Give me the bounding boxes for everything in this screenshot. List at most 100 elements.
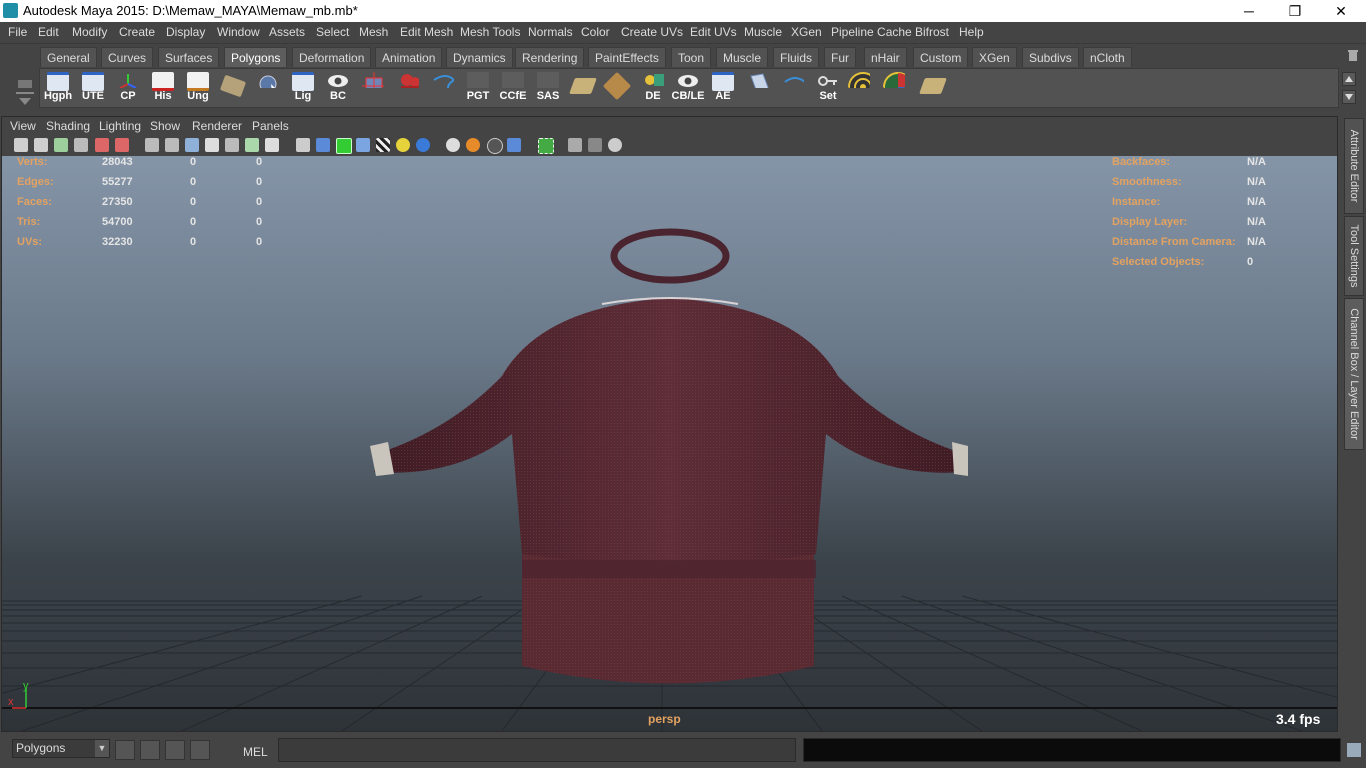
menu-muscle[interactable]: Muscle <box>744 25 782 39</box>
menu-create-uvs[interactable]: Create UVs <box>621 25 683 39</box>
shelf-tab-ncloth[interactable]: nCloth <box>1083 47 1132 67</box>
shelf-button-cube[interactable] <box>356 70 390 106</box>
shelf-tab-fluids[interactable]: Fluids <box>773 47 820 67</box>
anti-aliasing-icon[interactable] <box>487 138 503 154</box>
tab-channel-box-layer-editor[interactable]: Channel Box / Layer Editor <box>1344 298 1364 450</box>
panel-menu-lighting[interactable]: Lighting <box>99 119 141 133</box>
shelf-tab-toon[interactable]: Toon <box>671 47 712 67</box>
shelf-tab-muscle[interactable]: Muscle <box>716 47 769 67</box>
select-camera-icon[interactable] <box>14 138 28 152</box>
ambient-occlusion-icon[interactable] <box>446 138 460 152</box>
script-editor-button-icon[interactable] <box>1347 743 1361 757</box>
image-plane-icon[interactable] <box>74 138 88 152</box>
shelf-button-ung[interactable]: Ung <box>181 70 215 106</box>
shelf-button-soap[interactable] <box>216 70 250 106</box>
text-t-icon[interactable] <box>265 138 279 152</box>
shelf-button-set[interactable]: Set <box>811 70 845 106</box>
wireframe-icon[interactable] <box>145 138 159 152</box>
shelf-button-globe[interactable] <box>251 70 285 106</box>
trash-icon[interactable] <box>1346 48 1360 62</box>
shelf-button-his[interactable]: His <box>146 70 180 106</box>
shelf-button-ae[interactable]: AE <box>706 70 740 106</box>
shelf-tab-surfaces[interactable]: Surfaces <box>158 47 220 67</box>
shadows-icon[interactable] <box>416 138 430 152</box>
menu-create[interactable]: Create <box>119 25 155 39</box>
menu-modify[interactable]: Modify <box>72 25 107 39</box>
panel-menu-panels[interactable]: Panels <box>252 119 289 133</box>
minimize-button[interactable]: ─ <box>1226 0 1272 22</box>
camera-attributes-icon[interactable] <box>34 138 48 152</box>
close-button[interactable]: ✕ <box>1318 0 1364 22</box>
shelf-button-bevel[interactable] <box>741 70 775 106</box>
menu-normals[interactable]: Normals <box>528 25 573 39</box>
bookmarks-icon[interactable] <box>54 138 68 152</box>
gate-mask-icon[interactable] <box>568 138 582 152</box>
menu-mesh[interactable]: Mesh <box>359 25 388 39</box>
shelf-tab-painteffects[interactable]: PaintEffects <box>588 47 666 67</box>
panel-menu-show[interactable]: Show <box>150 119 180 133</box>
menu-window[interactable]: Window <box>217 25 260 39</box>
shelf-tab-animation[interactable]: Animation <box>375 47 443 67</box>
menu-xgen[interactable]: XGen <box>791 25 822 39</box>
shelf-tab-xgen[interactable]: XGen <box>972 47 1017 67</box>
checker-icon[interactable] <box>376 138 390 152</box>
shelf-tab-rendering[interactable]: Rendering <box>515 47 585 67</box>
shelf-tab-fur[interactable]: Fur <box>824 47 856 67</box>
menu-mesh-tools[interactable]: Mesh Tools <box>460 25 520 39</box>
shelf-button-hgph[interactable]: Hgph <box>41 70 75 106</box>
textured-icon[interactable] <box>245 138 259 152</box>
menu-assets[interactable]: Assets <box>269 25 305 39</box>
shelf-button-lig[interactable]: Lig <box>286 70 320 106</box>
xray-icon[interactable] <box>205 138 219 152</box>
wireframe-cube-icon[interactable] <box>296 138 310 152</box>
restore-button[interactable]: ❐ <box>1272 0 1318 22</box>
shelf-button-uv-tiles[interactable] <box>601 70 635 106</box>
wireframe-on-shaded-icon[interactable] <box>336 138 352 154</box>
menu-help[interactable]: Help <box>959 25 984 39</box>
menu-set-selector[interactable]: Polygons ▼ <box>12 739 110 758</box>
snap-together-icon[interactable] <box>115 740 135 760</box>
menu-edit-mesh[interactable]: Edit Mesh <box>400 25 453 39</box>
shelf-button-de[interactable]: DE <box>636 70 670 106</box>
menu-file[interactable]: File <box>8 25 27 39</box>
menu-pipeline-cache[interactable]: Pipeline Cache <box>831 25 912 39</box>
shelf-button-ccfe[interactable]: CCfE <box>496 70 530 106</box>
outliner-icon[interactable] <box>165 740 185 760</box>
isolate-select-toggle-icon[interactable] <box>538 138 554 154</box>
shelf-button-ute[interactable]: UTE <box>76 70 110 106</box>
shelf-button-cp[interactable]: CP <box>111 70 145 106</box>
tab-tool-settings[interactable]: Tool Settings <box>1344 216 1364 296</box>
panel-menu-shading[interactable]: Shading <box>46 119 90 133</box>
shelf-button-bridge[interactable] <box>776 70 810 106</box>
textured-cube-icon[interactable] <box>356 138 370 152</box>
shelf-tab-custom[interactable]: Custom <box>913 47 969 67</box>
shelf-tab-polygons[interactable]: Polygons <box>224 47 288 67</box>
isolate-select-icon[interactable] <box>225 138 239 152</box>
field-chart-icon[interactable] <box>588 138 602 152</box>
shelf-tab-deformation[interactable]: Deformation <box>292 47 372 67</box>
shelf-tab-subdivs[interactable]: Subdivs <box>1022 47 1079 67</box>
shelf-tab-dynamics[interactable]: Dynamics <box>446 47 513 67</box>
shelf-button-curve[interactable] <box>426 70 460 106</box>
shelf-scroll-up[interactable] <box>1342 72 1356 86</box>
shelf-button-color-wheel[interactable] <box>881 70 915 106</box>
motion-blur-icon[interactable] <box>466 138 480 152</box>
shelf-button-pgt[interactable]: PGT <box>461 70 495 106</box>
menu-color[interactable]: Color <box>581 25 610 39</box>
channel-list-icon[interactable] <box>190 740 210 760</box>
menu-display[interactable]: Display <box>166 25 205 39</box>
tab-attribute-editor[interactable]: Attribute Editor <box>1344 118 1364 214</box>
menu-bifrost[interactable]: Bifrost <box>915 25 949 39</box>
shelf-button-cb-le[interactable]: CB/LE <box>671 70 705 106</box>
panel-menu-renderer[interactable]: Renderer <box>192 119 242 133</box>
grease-pencil-icon[interactable] <box>115 138 129 152</box>
shelf-button-uv-layout[interactable] <box>916 70 950 106</box>
shelf-tab-nhair[interactable]: nHair <box>864 47 907 67</box>
shelf-button-layout-uv[interactable] <box>566 70 600 106</box>
shelf-button-render-camera[interactable] <box>391 70 425 106</box>
shelf-tab-general[interactable]: General <box>40 47 97 67</box>
shelf-button-sas[interactable]: SAS <box>531 70 565 106</box>
shelf-button-target[interactable] <box>846 70 880 106</box>
default-material-icon[interactable] <box>185 138 199 152</box>
shelf-tab-curves[interactable]: Curves <box>101 47 154 67</box>
